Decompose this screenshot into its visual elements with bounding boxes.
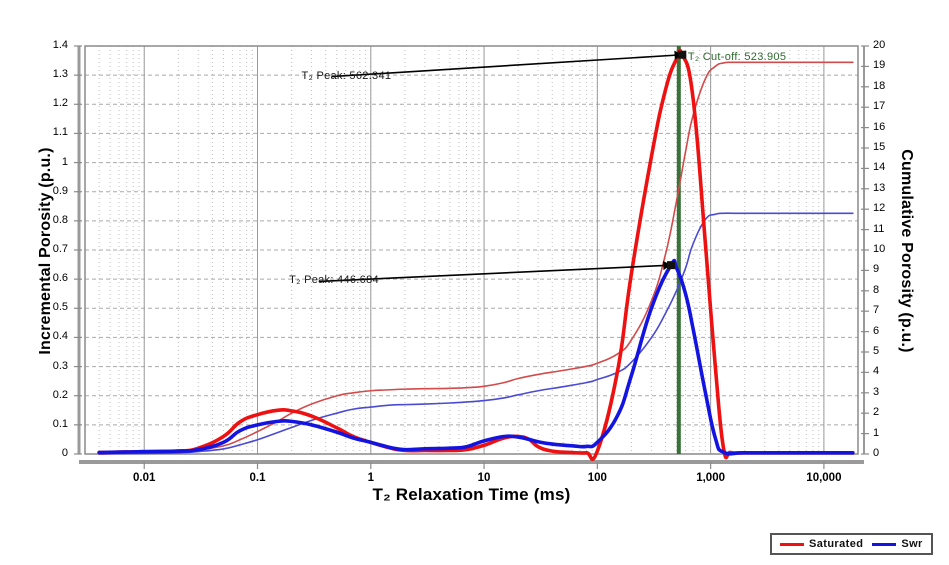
y-axis-right-tick-17: 17 [873,100,886,113]
y-axis-right-tick-7: 7 [873,304,880,317]
y-axis-right-tick-12: 12 [873,202,886,215]
y-axis-right-tick-2: 2 [873,406,880,419]
y-axis-left-tick-1.1: 1.1 [52,126,68,139]
y-axis-left-tick-0.9: 0.9 [52,184,68,197]
y-axis-left-tick-1.3: 1.3 [52,68,68,81]
nmr-t2-distribution-chart: Incremental Porosity (p.u.) Cumulative P… [0,0,949,565]
annotation-t2-peak-swr: T₂ Peak: 446.684 [289,274,379,287]
y-axis-left-tick-0: 0 [61,447,68,459]
t2-peak-swr-marker [666,261,675,270]
y-axis-right-tick-19: 19 [873,59,886,72]
y-axis-right-tick-9: 9 [873,263,880,276]
y-axis-right-tick-20: 20 [873,39,886,51]
y-axis-right-tick-18: 18 [873,79,886,92]
legend-entry-swr: Swr [872,538,922,550]
y-axis-right-tick-10: 10 [873,243,886,255]
y-axis-left-tick-1.4: 1.4 [52,39,68,51]
y-axis-left-tick-0.1: 0.1 [52,417,68,430]
legend-label-swr: Swr [901,538,923,550]
y-axis-left-tick-0.6: 0.6 [52,272,68,285]
legend-label-saturated: Saturated [809,538,864,550]
x-axis-tick-1,000: 1,000 [696,472,725,484]
x-axis-title: T₂ Relaxation Time (ms) [372,485,571,504]
y-axis-left-tick-0.3: 0.3 [52,359,68,372]
annotation-t2-cutoff: T₂ Cut-off: 523.905 [687,51,787,63]
y-axis-left-tick-0.7: 0.7 [52,243,68,255]
y-axis-left-tick-0.5: 0.5 [52,301,68,314]
t2-peak-saturated-marker [678,50,687,59]
y-axis-right-tick-15: 15 [873,141,886,153]
x-axis-tick-10: 10 [477,472,491,484]
x-axis-tick-10,000: 10,000 [806,472,842,484]
y-axis-right-tick-0: 0 [873,447,880,459]
y-axis-right-tick-16: 16 [873,120,886,133]
y-axis-left-tick-0.8: 0.8 [52,213,68,226]
y-axis-right-tick-8: 8 [873,283,880,296]
y-axis-right-tick-6: 6 [873,324,880,337]
y-axis-right-tick-1: 1 [873,426,880,439]
legend-swatch-swr [872,542,897,546]
annotation-t2-peak-saturated: T₂ Peak: 562.341 [301,69,392,82]
y-axis-right-tick-5: 5 [873,345,880,357]
x-axis-tick-0.01: 0.01 [133,472,156,484]
y-axis-left-tick-1: 1 [61,155,68,168]
x-axis-tick-1: 1 [367,472,374,484]
legend-swatch-saturated [780,542,804,546]
y-axis-left-tick-1.2: 1.2 [52,97,68,110]
y-axis-left-tick-0.4: 0.4 [52,330,68,343]
y-axis-right-tick-3: 3 [873,385,880,398]
legend-entry-saturated: Saturated [780,538,863,550]
chart-legend: Saturated Swr [770,533,933,555]
y-axis-right-tick-11: 11 [873,222,885,235]
x-axis-tick-100: 100 [587,472,607,484]
y-axis-right-tick-14: 14 [873,161,886,174]
y-axis-right-tick-4: 4 [873,365,880,378]
x-axis-tick-0.1: 0.1 [249,472,266,484]
y-axis-right-tick-13: 13 [873,181,886,194]
y-axis-left-tick-0.2: 0.2 [52,388,68,401]
